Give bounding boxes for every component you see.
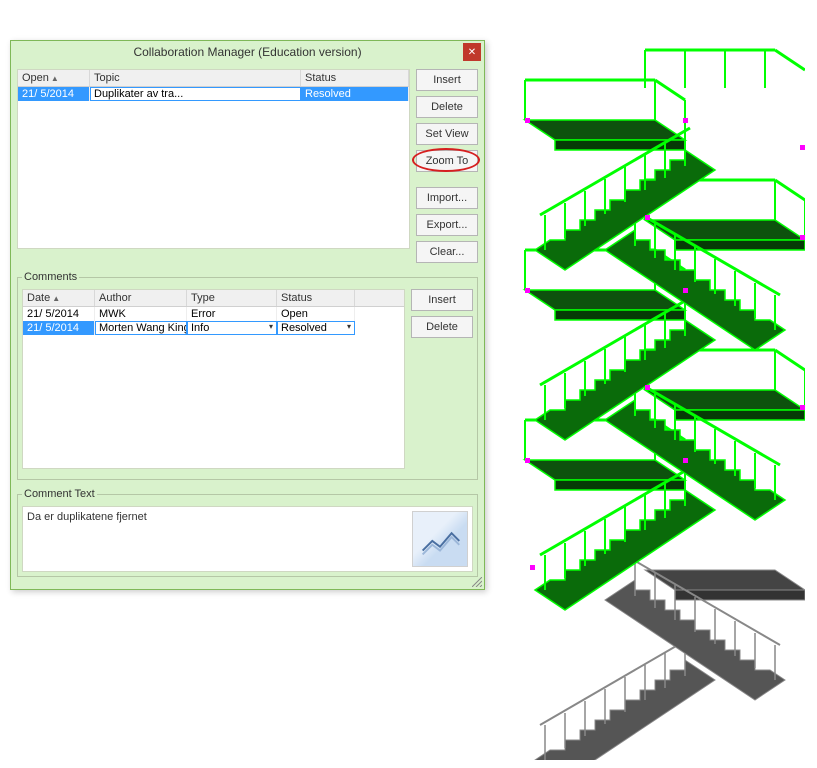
delete-button[interactable]: Delete <box>416 96 478 118</box>
model-viewport[interactable] <box>495 10 805 760</box>
view-thumbnail[interactable] <box>412 511 468 567</box>
topics-row: Open ▲ Topic Status 21/ 5/2014 Duplikate… <box>17 69 478 263</box>
clear-button[interactable]: Clear... <box>416 241 478 263</box>
export-button[interactable]: Export... <box>416 214 478 236</box>
close-icon: ✕ <box>468 47 476 58</box>
col-status-label: Status <box>281 292 312 304</box>
titlebar: Collaboration Manager (Education version… <box>11 41 484 63</box>
sort-asc-icon: ▲ <box>52 294 60 303</box>
comment-delete-button[interactable]: Delete <box>411 316 473 338</box>
comment-type: Error <box>187 307 277 321</box>
comment-date: 21/ 5/2014 <box>23 307 95 321</box>
col-type-label: Type <box>191 292 215 304</box>
comment-text-group: Comment Text <box>17 486 478 577</box>
comment-status: Open <box>277 307 355 321</box>
col-date[interactable]: Date ▲ <box>23 290 95 306</box>
window-title: Collaboration Manager (Education version… <box>133 45 361 59</box>
comment-row[interactable]: 21/ 5/2014 Morten Wang King Info ▾ Resol… <box>23 321 404 335</box>
sort-asc-icon: ▲ <box>51 74 59 83</box>
topic-row[interactable]: 21/ 5/2014 Duplikater av tra... Resolved <box>18 87 409 101</box>
comments-header: Date ▲ Author Type Status <box>23 290 404 307</box>
close-button[interactable]: ✕ <box>463 43 481 61</box>
comment-type-value: Info <box>191 322 209 334</box>
col-author[interactable]: Author <box>95 290 187 306</box>
col-topic-label: Topic <box>94 72 120 84</box>
col-status[interactable]: Status <box>277 290 355 306</box>
set-view-button[interactable]: Set View <box>416 123 478 145</box>
comment-insert-button[interactable]: Insert <box>411 289 473 311</box>
col-status[interactable]: Status <box>301 70 409 86</box>
topics-header: Open ▲ Topic Status <box>18 70 409 87</box>
panel-body: Open ▲ Topic Status 21/ 5/2014 Duplikate… <box>11 63 484 589</box>
col-author-label: Author <box>99 292 131 304</box>
resize-grip-icon[interactable] <box>472 577 482 587</box>
chevron-down-icon: ▾ <box>269 322 273 331</box>
comments-grid[interactable]: Date ▲ Author Type Status <box>22 289 405 469</box>
comment-status-value: Resolved <box>281 322 327 334</box>
chevron-down-icon: ▾ <box>347 322 351 331</box>
insert-button[interactable]: Insert <box>416 69 478 91</box>
comments-buttons: Insert Delete <box>411 289 473 469</box>
comment-author: MWK <box>95 307 187 321</box>
comment-text-label: Comment Text <box>22 486 97 502</box>
col-status-label: Status <box>305 72 336 84</box>
comment-status-select[interactable]: Resolved ▾ <box>277 321 355 335</box>
topic-topic[interactable]: Duplikater av tra... <box>90 87 301 101</box>
comment-type-select[interactable]: Info ▾ <box>187 321 277 335</box>
comments-label: Comments <box>22 269 79 285</box>
comment-date: 21/ 5/2014 <box>23 321 95 335</box>
comment-text-area[interactable] <box>23 507 408 571</box>
comment-text-box <box>22 506 473 572</box>
spacer <box>416 177 478 182</box>
comments-group: Comments Date ▲ Author Type <box>17 269 478 480</box>
import-button[interactable]: Import... <box>416 187 478 209</box>
col-open-label: Open <box>22 72 49 84</box>
col-open[interactable]: Open ▲ <box>18 70 90 86</box>
col-date-label: Date <box>27 292 50 304</box>
collaboration-manager-window: Collaboration Manager (Education version… <box>10 40 485 590</box>
comment-row[interactable]: 21/ 5/2014 MWK Error Open <box>23 307 404 321</box>
col-type[interactable]: Type <box>187 290 277 306</box>
comments-row: Date ▲ Author Type Status <box>22 289 473 469</box>
topics-buttons: Insert Delete Set View Zoom To Import...… <box>416 69 478 263</box>
topic-status: Resolved <box>301 87 409 101</box>
col-topic[interactable]: Topic <box>90 70 301 86</box>
comment-author[interactable]: Morten Wang King <box>95 321 187 335</box>
topics-grid[interactable]: Open ▲ Topic Status 21/ 5/2014 Duplikate… <box>17 69 410 249</box>
zoom-to-button[interactable]: Zoom To <box>416 150 478 172</box>
topic-date: 21/ 5/2014 <box>18 87 90 101</box>
